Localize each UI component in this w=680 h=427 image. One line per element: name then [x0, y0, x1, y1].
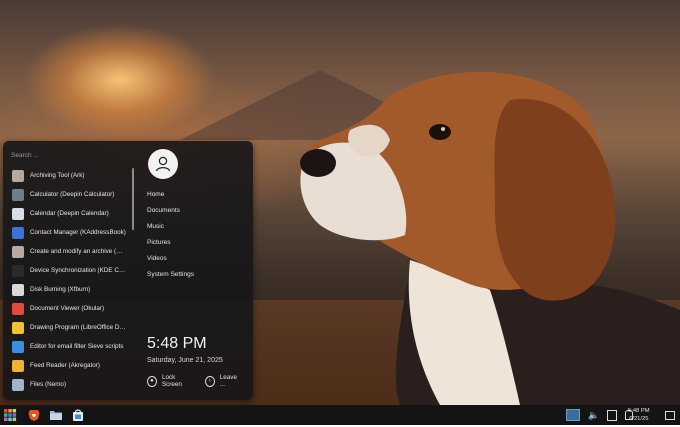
app-list-item-label: Editor for email filter Sieve scripts	[30, 343, 124, 350]
search-input[interactable]: Search ...	[9, 149, 129, 163]
phone-sync-icon	[12, 264, 24, 277]
app-list-item[interactable]: Drawing Program (LibreOffice Draw)	[9, 318, 129, 337]
start-menu: Search ... Archiving Tool (Ark) Calculato…	[3, 141, 253, 400]
volume-icon[interactable]: 🔈	[588, 410, 599, 421]
leave-icon: ‹	[204, 375, 215, 387]
app-list-item[interactable]: Editor for email filter Sieve scripts	[9, 337, 129, 356]
app-list-scrollbar[interactable]	[132, 168, 134, 230]
launcher-grid-icon	[4, 409, 17, 422]
app-list-item-label: Create and modify an archive (Ark)	[30, 248, 126, 255]
app-list-item[interactable]: Calculator (Deepin Calculator)	[9, 185, 129, 204]
leave-label: Leave ...	[219, 374, 237, 388]
folder-icon	[12, 378, 24, 391]
app-list-item-label: Disk Burning (Xfburn)	[30, 286, 91, 293]
disc-icon	[12, 283, 24, 296]
system-tray: 🔈	[566, 405, 634, 425]
taskbar-clock[interactable]: 5:48 PM 6/21/25	[628, 407, 650, 423]
user-icon	[155, 156, 171, 172]
app-list-item[interactable]: Files (Nemo)	[9, 375, 129, 394]
archive-icon	[12, 169, 24, 182]
taskbar: 🔈 5:48 PM 6/21/25	[0, 405, 680, 425]
contacts-icon	[12, 226, 24, 239]
place-pictures[interactable]: Pictures	[147, 235, 194, 251]
app-list-item-label: Document Viewer (Okular)	[30, 305, 105, 312]
place-music[interactable]: Music	[147, 219, 194, 235]
app-list-item-label: Device Synchronization (KDE Connect)	[30, 267, 126, 274]
feed-icon	[12, 359, 24, 372]
app-list-item-label: Drawing Program (LibreOffice Draw)	[30, 324, 126, 331]
place-home[interactable]: Home	[147, 187, 194, 203]
leave-button[interactable]: ‹ Leave ...	[204, 374, 241, 388]
place-system-settings[interactable]: System Settings	[147, 267, 194, 283]
show-desktop-icon[interactable]	[665, 411, 675, 420]
app-list-item-label: Archiving Tool (Ark)	[30, 172, 85, 179]
app-list-item-label: Feed Reader (Akregator)	[30, 362, 100, 369]
app-list-item[interactable]: Contact Manager (KAddressBook)	[9, 223, 129, 242]
display-icon[interactable]	[566, 409, 580, 421]
app-list-item[interactable]: Feed Reader (Akregator)	[9, 356, 129, 375]
email-filter-icon	[12, 340, 24, 353]
archive-create-icon	[12, 245, 24, 258]
app-list-item[interactable]: Create and modify an archive (Ark)	[9, 242, 129, 261]
application-list: Archiving Tool (Ark) Calculator (Deepin C…	[9, 166, 129, 394]
wallpaper-beagle	[290, 60, 680, 405]
session-actions: ● Lock Screen ‹ Leave ...	[147, 374, 253, 388]
document-viewer-icon	[12, 302, 24, 315]
store-bag-icon	[73, 409, 83, 421]
app-list-item[interactable]: Device Synchronization (KDE Connect)	[9, 261, 129, 280]
software-store-icon[interactable]	[71, 408, 85, 422]
brave-lion-icon	[28, 410, 40, 421]
place-videos[interactable]: Videos	[147, 251, 194, 267]
calculator-icon	[12, 188, 24, 201]
lock-screen-button[interactable]: ● Lock Screen	[147, 374, 193, 388]
user-avatar[interactable]	[148, 149, 178, 179]
drawing-icon	[12, 321, 24, 334]
taskbar-date: 6/21/25	[629, 416, 649, 422]
calendar-icon	[12, 207, 24, 220]
lock-icon: ●	[147, 375, 157, 387]
app-list-item-label: Calculator (Deepin Calculator)	[30, 191, 115, 198]
app-launcher-icon[interactable]	[3, 408, 17, 422]
brave-browser-icon[interactable]	[27, 408, 41, 422]
lock-screen-label: Lock Screen	[161, 374, 182, 388]
app-list-item[interactable]: Archiving Tool (Ark)	[9, 166, 129, 185]
menu-clock: 5:48 PM	[147, 335, 207, 352]
place-documents[interactable]: Documents	[147, 203, 194, 219]
app-list-item-label: Contact Manager (KAddressBook)	[30, 229, 126, 236]
app-list-item[interactable]: Document Viewer (Okular)	[9, 299, 129, 318]
places-list: Home Documents Music Pictures Videos Sys…	[147, 187, 194, 283]
app-list-item[interactable]: Calendar (Deepin Calendar)	[9, 204, 129, 223]
taskbar-time: 5:48 PM	[628, 408, 650, 414]
beagle-illustration	[300, 71, 680, 405]
app-list-item-label: Calendar (Deepin Calendar)	[30, 210, 109, 217]
app-list-item[interactable]: Disk Burning (Xfburn)	[9, 280, 129, 299]
menu-date: Saturday, June 21, 2025	[147, 357, 223, 364]
app-list-item-label: Files (Nemo)	[30, 381, 67, 388]
network-icon[interactable]	[607, 409, 618, 421]
file-manager-icon[interactable]	[49, 408, 63, 422]
folder-icon	[50, 411, 62, 420]
